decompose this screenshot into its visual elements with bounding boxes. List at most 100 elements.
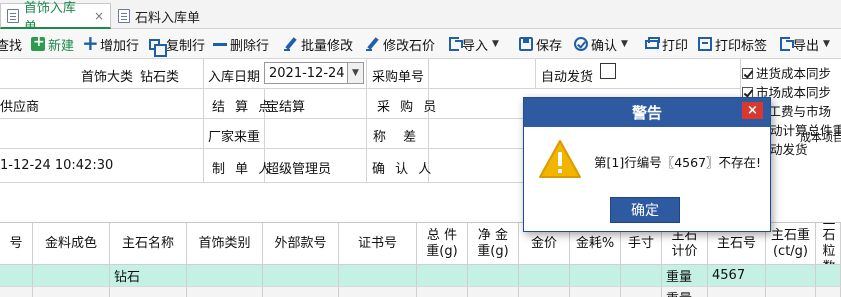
jewelry-category-value[interactable]: 钻石类 [140, 66, 179, 85]
detail-grid: 号 金料成色 主石名称 首饰类别 外部款号 证书号 总 件 重(g) 净 金 重… [0, 222, 841, 297]
table-row[interactable]: 钻石 重量 4567 [0, 265, 841, 287]
delete-row-button[interactable]: 删除行 [213, 33, 269, 55]
column-header[interactable]: 净 金 重(g) [468, 223, 519, 265]
col-divider [366, 59, 367, 183]
table-cell[interactable] [339, 287, 417, 297]
tab-stone-stock-in[interactable]: 石料入库单 [112, 3, 214, 29]
table-cell[interactable] [263, 265, 339, 287]
new-icon [31, 34, 45, 51]
table-cell[interactable] [519, 265, 570, 287]
new-button[interactable]: 新建 [31, 33, 74, 55]
table-cell[interactable] [33, 265, 110, 287]
table-row[interactable]: 重量 [0, 287, 841, 297]
option-label: 进货成本同步 [756, 66, 832, 81]
auto-ship-label: 自动发货 [541, 70, 594, 85]
col-divider [203, 59, 204, 183]
table-cell[interactable] [766, 287, 816, 297]
confirm-label: 确认 [591, 38, 618, 54]
cost-project-label: 成本项目 [800, 131, 841, 144]
chevron-down-icon: ▼ [492, 39, 499, 49]
table-cell[interactable] [0, 287, 33, 297]
table-cell[interactable] [570, 265, 621, 287]
add-row-button[interactable]: 增加行 [82, 31, 139, 55]
table-cell[interactable] [110, 287, 187, 297]
table-cell[interactable] [816, 265, 841, 287]
import-button[interactable]: 导入 ▼ [449, 33, 499, 55]
chevron-down-icon: ▼ [823, 39, 830, 49]
table-cell[interactable]: 4567 [708, 265, 766, 287]
confirmer-label: 确 认 人 [372, 162, 435, 177]
table-cell[interactable] [468, 265, 519, 287]
table-cell[interactable] [0, 265, 33, 287]
stock-in-date-value: 2021-12-24 [269, 65, 345, 81]
table-cell[interactable] [621, 265, 662, 287]
pencil-icon [366, 37, 380, 51]
table-cell[interactable] [519, 287, 570, 297]
table-cell[interactable] [417, 265, 468, 287]
table-cell[interactable]: 钻石 [110, 265, 187, 287]
check-circle-icon [574, 37, 588, 51]
created-time-value: 1-12-24 10:42:30 [0, 158, 114, 173]
copy-icon [149, 38, 167, 57]
table-cell[interactable] [621, 287, 662, 297]
settlement-point-value[interactable]: 宝结算 [266, 96, 305, 115]
tab-jewelry-stock-in[interactable]: 首饰入库单 × [0, 1, 111, 35]
supplier-value[interactable]: 供应商 [0, 96, 39, 115]
vendor-weight-label: 厂家来重 [208, 130, 261, 145]
ok-button[interactable]: 确定 [610, 197, 680, 223]
table-cell[interactable] [708, 287, 766, 297]
column-header[interactable]: 主石 粒数 [816, 223, 841, 265]
warning-dialog: 警告 × 第[1]行编号〖4567〗不存在! 确定 [523, 97, 771, 232]
table-cell[interactable] [417, 287, 468, 297]
search-button[interactable]: 查找 [0, 33, 22, 55]
col-divider [535, 59, 536, 89]
export-button[interactable]: 导出 ▼ [780, 33, 830, 55]
table-cell[interactable] [33, 287, 110, 297]
column-header[interactable]: 金料成色 [33, 223, 110, 265]
column-header[interactable]: 主石名称 [110, 223, 187, 265]
new-label: 新建 [48, 38, 75, 54]
stock-in-date-picker[interactable]: 2021-12-24 ▼ [264, 62, 364, 84]
tab-close-icon[interactable]: × [94, 9, 104, 23]
print-tag-button[interactable]: 打印标签 [698, 33, 767, 55]
table-cell[interactable] [570, 287, 621, 297]
edit-stone-price-button[interactable]: 修改石价 [366, 33, 435, 55]
table-cell[interactable] [263, 287, 339, 297]
checkbox-checked-icon[interactable] [742, 68, 753, 79]
search-label: 查找 [0, 38, 23, 54]
printer-icon [645, 36, 660, 49]
column-header[interactable]: 首饰类别 [187, 223, 263, 265]
delete-row-label: 删除行 [230, 38, 270, 54]
table-cell[interactable] [816, 287, 841, 297]
option-purchase-cost-sync[interactable]: 进货成本同步 [742, 63, 831, 82]
column-header[interactable]: 外部款号 [263, 223, 339, 265]
close-icon[interactable]: × [742, 102, 763, 119]
chevron-down-icon: ▼ [621, 39, 628, 49]
export-label: 导出 [793, 38, 820, 54]
toolbar: 查找 新建 增加行 复制行 删除行 批量修改 修改石价 导入 ▼ 保存 确认 ▼… [0, 29, 841, 59]
save-button[interactable]: 保存 [519, 33, 562, 55]
auto-ship-checkbox[interactable] [600, 63, 616, 79]
table-cell[interactable]: 重量 [662, 265, 708, 287]
plus-icon [82, 31, 99, 55]
edit-stone-price-label: 修改石价 [383, 38, 436, 54]
confirm-button[interactable]: 确认 ▼ [574, 33, 628, 55]
table-cell[interactable] [339, 265, 417, 287]
weigh-diff-label: 称 差 [373, 130, 417, 145]
column-header[interactable]: 证书号 [339, 223, 417, 265]
print-button[interactable]: 打印 [645, 33, 688, 55]
table-cell[interactable]: 重量 [662, 287, 708, 297]
minus-icon [213, 37, 227, 51]
table-cell[interactable] [468, 287, 519, 297]
chevron-down-icon[interactable]: ▼ [347, 63, 363, 83]
copy-row-button[interactable]: 复制行 [149, 33, 205, 57]
column-header[interactable]: 总 件 重(g) [417, 223, 468, 265]
batch-edit-button[interactable]: 批量修改 [284, 33, 353, 55]
document-tab-bar: 首饰入库单 × 石料入库单 [0, 0, 841, 35]
column-header[interactable]: 号 [0, 223, 33, 265]
table-cell[interactable] [766, 265, 816, 287]
column-header[interactable]: 主石重 (ct/g) [766, 223, 816, 265]
document-icon [7, 8, 19, 23]
table-cell[interactable] [187, 287, 263, 297]
table-cell[interactable] [187, 265, 263, 287]
